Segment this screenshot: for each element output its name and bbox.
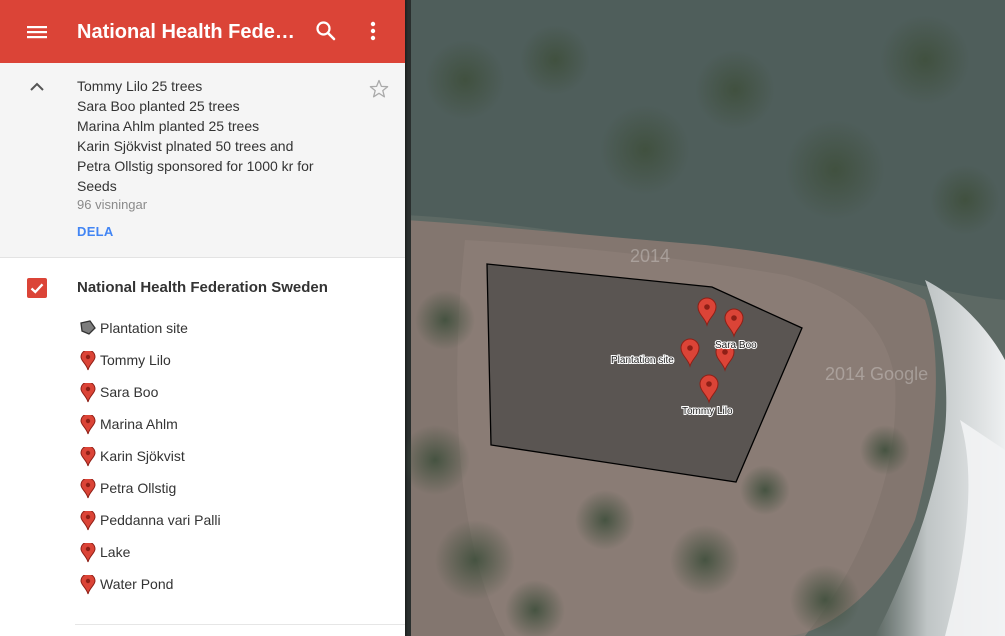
map-pin-icon bbox=[80, 381, 96, 403]
menu-icon[interactable] bbox=[22, 17, 52, 47]
map-pin-icon bbox=[80, 509, 96, 531]
feature-label: Peddanna vari Palli bbox=[100, 512, 221, 528]
more-vert-icon[interactable] bbox=[361, 18, 385, 44]
feature-item-petra-ollstig[interactable]: Petra Ollstig bbox=[0, 472, 405, 504]
chevron-up-icon[interactable] bbox=[27, 77, 47, 97]
feature-label: Plantation site bbox=[100, 320, 188, 336]
panel-shadow bbox=[405, 0, 408, 636]
map-pin-icon bbox=[80, 413, 96, 435]
feature-item-peddanna-vari-palli[interactable]: Peddanna vari Palli bbox=[0, 504, 405, 536]
search-icon[interactable] bbox=[313, 18, 339, 44]
map-pin-icon bbox=[80, 349, 96, 371]
description-line: Tommy Lilo 25 trees bbox=[77, 78, 203, 94]
side-panel: National Health Federa... Tommy Lilo 25 … bbox=[0, 0, 405, 636]
feature-item-karin-sjokvist[interactable]: Karin Sjökvist bbox=[0, 440, 405, 472]
feature-list: Plantation site Tommy Lilo Sara Boo Mari… bbox=[0, 312, 405, 600]
map-pin-icon bbox=[80, 477, 96, 499]
share-button[interactable]: DELA bbox=[77, 224, 114, 239]
feature-item-lake[interactable]: Lake bbox=[0, 536, 405, 568]
layer-checkbox[interactable] bbox=[27, 278, 47, 298]
description-line: Seeds bbox=[77, 178, 117, 194]
feature-label: Tommy Lilo bbox=[100, 352, 171, 368]
view-count: 96 visningar bbox=[77, 197, 148, 212]
feature-item-water-pond[interactable]: Water Pond bbox=[0, 568, 405, 600]
description-line: Petra Ollstig sponsored for 1000 kr for bbox=[77, 158, 314, 174]
description-line: Sara Boo planted 25 trees bbox=[77, 98, 240, 114]
map-pin-icon bbox=[80, 541, 96, 563]
map-description-card: Tommy Lilo 25 trees Sara Boo planted 25 … bbox=[0, 63, 405, 258]
feature-label: Karin Sjökvist bbox=[100, 448, 185, 464]
layer-title: National Health Federation Sweden bbox=[77, 279, 328, 296]
satellite-map[interactable]: 2014 2014 Google Plantation site Sara Bo… bbox=[405, 0, 1005, 636]
feature-label: Lake bbox=[100, 544, 131, 560]
map-title: National Health Federa... bbox=[77, 21, 302, 43]
description-line: Karin Sjökvist plnated 50 trees and bbox=[77, 138, 294, 154]
imagery-year-watermark: 2014 bbox=[630, 246, 670, 266]
divider bbox=[75, 624, 405, 625]
map-label-tommy-lilo: Tommy Lilo bbox=[682, 406, 733, 417]
feature-item-tommy-lilo[interactable]: Tommy Lilo bbox=[0, 344, 405, 376]
app-bar: National Health Federa... bbox=[0, 0, 405, 63]
layer-section: National Health Federation Sweden Planta… bbox=[0, 258, 405, 636]
feature-label: Water Pond bbox=[100, 576, 174, 592]
feature-item-plantation-site[interactable]: Plantation site bbox=[0, 312, 405, 344]
imagery-copyright-watermark: 2014 Google bbox=[825, 364, 928, 384]
polygon-icon bbox=[80, 319, 96, 339]
map-pin-icon bbox=[80, 445, 96, 467]
star-icon[interactable] bbox=[368, 78, 390, 100]
description-line: Marina Ahlm planted 25 trees bbox=[77, 118, 260, 134]
feature-label: Sara Boo bbox=[100, 384, 159, 400]
map-label-plantation-site: Plantation site bbox=[611, 355, 674, 366]
map-pin-icon bbox=[80, 573, 96, 595]
feature-item-marina-ahlm[interactable]: Marina Ahlm bbox=[0, 408, 405, 440]
feature-label: Petra Ollstig bbox=[100, 480, 177, 496]
feature-item-sara-boo[interactable]: Sara Boo bbox=[0, 376, 405, 408]
map-label-sara-boo: Sara Boo bbox=[715, 340, 757, 351]
checkmark-icon bbox=[30, 283, 44, 294]
feature-label: Marina Ahlm bbox=[100, 416, 178, 432]
map-description: Tommy Lilo 25 trees Sara Boo planted 25 … bbox=[77, 76, 347, 196]
